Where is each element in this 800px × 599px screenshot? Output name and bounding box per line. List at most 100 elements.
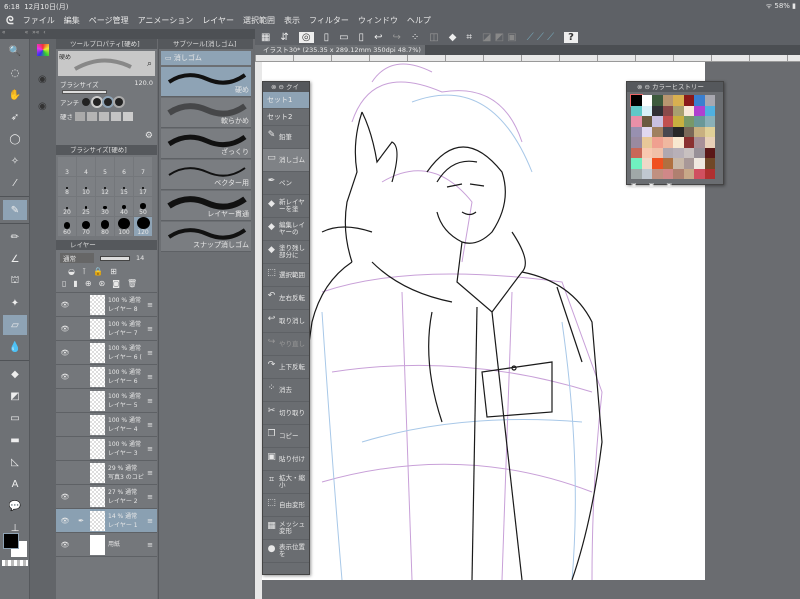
color-swatch[interactable] xyxy=(694,158,705,169)
brush-size-option[interactable]: 120 xyxy=(134,217,152,236)
rotate-tool-icon[interactable]: ◌ xyxy=(3,63,27,83)
blend-mode-select[interactable]: 通常 xyxy=(60,253,94,263)
subtool-group[interactable]: ▭ 消しゴム xyxy=(161,51,251,65)
color-wheel-icon[interactable] xyxy=(37,44,49,56)
quick-access-item[interactable]: ◆ 塗り残し部分に xyxy=(263,241,309,264)
fill-tool-icon[interactable]: ◆ xyxy=(3,364,27,384)
color-swatch[interactable] xyxy=(662,105,673,116)
color-swatch[interactable] xyxy=(641,147,652,158)
layer-tab[interactable]: レイヤー xyxy=(56,240,157,250)
color-swatch[interactable] xyxy=(673,126,684,137)
color-swatch[interactable] xyxy=(704,168,715,179)
color-swatch[interactable] xyxy=(704,95,715,106)
new-file-icon[interactable]: ▯ xyxy=(324,32,330,43)
brush-size-option[interactable]: 6 xyxy=(115,157,133,176)
color-swatch[interactable] xyxy=(631,105,642,116)
brush-size-option[interactable]: 17 xyxy=(134,177,152,196)
lock-icon[interactable]: 🔒 xyxy=(93,267,103,276)
brush-size-option[interactable]: 80 xyxy=(96,217,114,236)
eyedropper-icon[interactable]: ⁄ xyxy=(3,173,27,193)
clipping-icon[interactable]: ◒ xyxy=(68,267,75,276)
quick-access-item[interactable]: ↶ 左右反転 xyxy=(263,287,309,310)
subtool-item[interactable]: ざっくり xyxy=(161,129,251,159)
color-swatch[interactable] xyxy=(631,116,642,127)
color-swatch[interactable] xyxy=(673,137,684,148)
color-swatch[interactable] xyxy=(662,137,673,148)
lasso-tool-icon[interactable]: ◯ xyxy=(3,129,27,149)
clear-icon[interactable]: ⁘ xyxy=(411,32,419,43)
brush-size-value[interactable]: 120.0 xyxy=(134,79,153,89)
subtool-item[interactable]: 軟らかめ xyxy=(161,98,251,128)
layer-menu-icon[interactable]: ≡ xyxy=(147,493,153,501)
scroll-icon[interactable]: ▣ xyxy=(649,182,655,189)
color-swatch[interactable] xyxy=(641,116,652,127)
eye-icon[interactable]: 👁 xyxy=(56,373,74,381)
redo-icon[interactable]: ↪ xyxy=(392,32,400,43)
color-swatch[interactable] xyxy=(683,105,694,116)
layer-menu-icon[interactable]: ≡ xyxy=(147,469,153,477)
brush-size-option[interactable]: 3 xyxy=(58,157,76,176)
eye-icon[interactable]: 👁 xyxy=(56,325,74,333)
device-icon[interactable]: ▯ xyxy=(359,32,365,43)
color-swatch[interactable] xyxy=(704,105,715,116)
quick-access-item[interactable]: ▭ 消しゴム xyxy=(263,149,309,172)
eye-icon[interactable]: 👁 xyxy=(56,349,74,357)
quick-access-item[interactable]: ⬚ 選択範囲 xyxy=(263,264,309,287)
camera-folder-icon[interactable]: ◉ xyxy=(38,74,47,85)
color-swatch[interactable] xyxy=(652,116,663,127)
app-logo-icon[interactable]: ᘓ xyxy=(6,14,14,28)
color-swatch[interactable] xyxy=(694,95,705,106)
color-swatch[interactable] xyxy=(694,137,705,148)
anti-alias-none[interactable] xyxy=(82,98,91,106)
quick-access-item[interactable]: ◆ 編集レイヤーの xyxy=(263,218,309,241)
color-swatch[interactable] xyxy=(641,168,652,179)
color-swatch[interactable] xyxy=(662,147,673,158)
color-swatch[interactable] xyxy=(694,147,705,158)
color-swatch[interactable] xyxy=(662,95,673,106)
color-swatch[interactable] xyxy=(673,116,684,127)
preset-preview[interactable]: 硬め ⌕ xyxy=(58,51,155,76)
layer-row[interactable]: 👁 100 % 通常 レイヤー 7 ≡ xyxy=(56,317,157,341)
quick-access-item[interactable]: ⁘ 消去 xyxy=(263,379,309,402)
color-swatch[interactable] xyxy=(673,168,684,179)
color-swatch[interactable] xyxy=(673,147,684,158)
color-swatch[interactable] xyxy=(683,126,694,137)
quick-access-item[interactable]: ▣ 貼り付け xyxy=(263,448,309,471)
merge-icon[interactable]: ⊛ xyxy=(99,279,106,288)
reference-icon[interactable]: ⊺ xyxy=(82,267,86,276)
eye-icon[interactable]: 👁 xyxy=(56,301,74,309)
color-swatch[interactable] xyxy=(704,116,715,127)
color-swatch[interactable] xyxy=(631,137,642,148)
color-swatch[interactable] xyxy=(673,105,684,116)
settings-wrench-icon[interactable]: ⚙ xyxy=(145,131,153,141)
new-vector-layer-icon[interactable]: ▮ xyxy=(73,279,77,288)
transform-icon[interactable]: ⌗ xyxy=(466,32,472,43)
quick-access-set[interactable]: セット2 xyxy=(263,109,309,126)
color-swatch[interactable] xyxy=(652,147,663,158)
quick-access-item[interactable]: ⌗ 拡大・縮小 xyxy=(263,471,309,494)
anti-alias-weak[interactable] xyxy=(93,98,102,106)
camera-folder-icon-2[interactable]: ◉ xyxy=(38,101,47,112)
color-swatch[interactable] xyxy=(683,137,694,148)
color-swatch[interactable] xyxy=(631,126,642,137)
decoration-tool-icon[interactable]: ✦ xyxy=(3,293,27,313)
hardness-1[interactable] xyxy=(75,111,85,121)
color-swatch[interactable] xyxy=(652,158,663,169)
layer-menu-icon[interactable]: ≡ xyxy=(147,421,153,429)
brush-size-option[interactable]: 70 xyxy=(77,217,95,236)
subtool-item[interactable]: ベクター用 xyxy=(161,160,251,190)
magic-wand-icon[interactable]: ✧ xyxy=(3,151,27,171)
hardness-2[interactable] xyxy=(87,111,97,121)
opacity-value[interactable]: 14 xyxy=(136,254,144,262)
brush-size-option[interactable]: 30 xyxy=(96,197,114,216)
text-tool-icon[interactable]: A xyxy=(3,474,27,494)
color-swatch[interactable] xyxy=(704,147,715,158)
gradient-tool-icon[interactable]: ◩ xyxy=(3,386,27,406)
color-swatch[interactable] xyxy=(673,158,684,169)
undo-icon[interactable]: ↩ xyxy=(374,32,382,43)
color-swatch[interactable] xyxy=(704,158,715,169)
layer-row[interactable]: 👁 27 % 通常 レイヤー 2 ≡ xyxy=(56,485,157,509)
color-swatch[interactable] xyxy=(683,116,694,127)
layer-row[interactable]: 29 % 通常 写真3 のコピ ≡ xyxy=(56,461,157,485)
subtool-item[interactable]: レイヤー貫通 xyxy=(161,191,251,221)
